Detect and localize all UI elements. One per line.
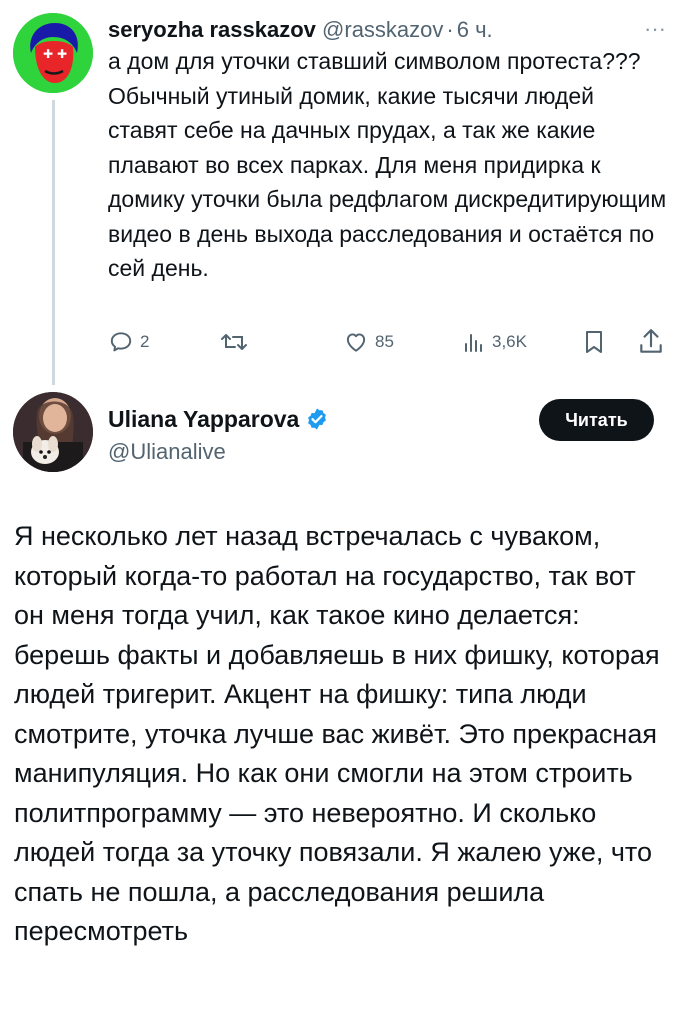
reply-timestamp[interactable]: 6 ч.: [457, 17, 493, 42]
heart-icon: [346, 333, 366, 352]
author-avatar[interactable]: [13, 392, 93, 472]
retweet-button[interactable]: [220, 322, 254, 362]
tweet-text: Я несколько лет назад встречалась с чува…: [14, 521, 660, 946]
bookmark-icon: [586, 331, 602, 353]
reply-author-handle[interactable]: @rasskazov: [322, 17, 443, 42]
author-name[interactable]: Uliana Yapparova: [108, 402, 299, 436]
follow-button[interactable]: Читать: [539, 399, 654, 441]
verified-badge-icon: [308, 408, 327, 430]
like-count: 85: [375, 332, 394, 351]
share-button[interactable]: [638, 322, 664, 362]
comment-icon: [110, 332, 132, 352]
thread-line: [52, 100, 55, 385]
views-count: 3,6K: [492, 332, 527, 351]
svg-text:✚: ✚: [43, 47, 53, 61]
like-button[interactable]: 85: [343, 322, 394, 362]
reply-author-name[interactable]: seryozha rasskazov: [108, 17, 316, 42]
reply-header: seryozha rasskazov @rasskazov · 6 ч.: [108, 12, 663, 48]
header-separator: ·: [446, 17, 454, 42]
views-icon: [465, 334, 482, 352]
author-handle[interactable]: @Ulianalive: [108, 436, 226, 468]
share-icon: [640, 329, 662, 353]
views-button[interactable]: 3,6K: [462, 322, 527, 362]
reply-action-bar: 2 85 3,6K: [108, 322, 668, 362]
avatar-illustration: ✚ ✚: [13, 13, 93, 93]
more-icon[interactable]: ···: [640, 14, 670, 44]
svg-text:✚: ✚: [57, 47, 67, 61]
reply-button[interactable]: 2: [108, 322, 149, 362]
reply-count: 2: [140, 332, 150, 351]
author-name-row: Uliana Yapparova: [108, 402, 329, 436]
avatar-photo: [13, 392, 93, 472]
retweet-icon: [221, 334, 247, 350]
reply-text: а дом для уточки ставший символом протес…: [108, 48, 667, 281]
author-avatar[interactable]: ✚ ✚: [13, 13, 93, 93]
bookmark-button[interactable]: [582, 322, 606, 362]
